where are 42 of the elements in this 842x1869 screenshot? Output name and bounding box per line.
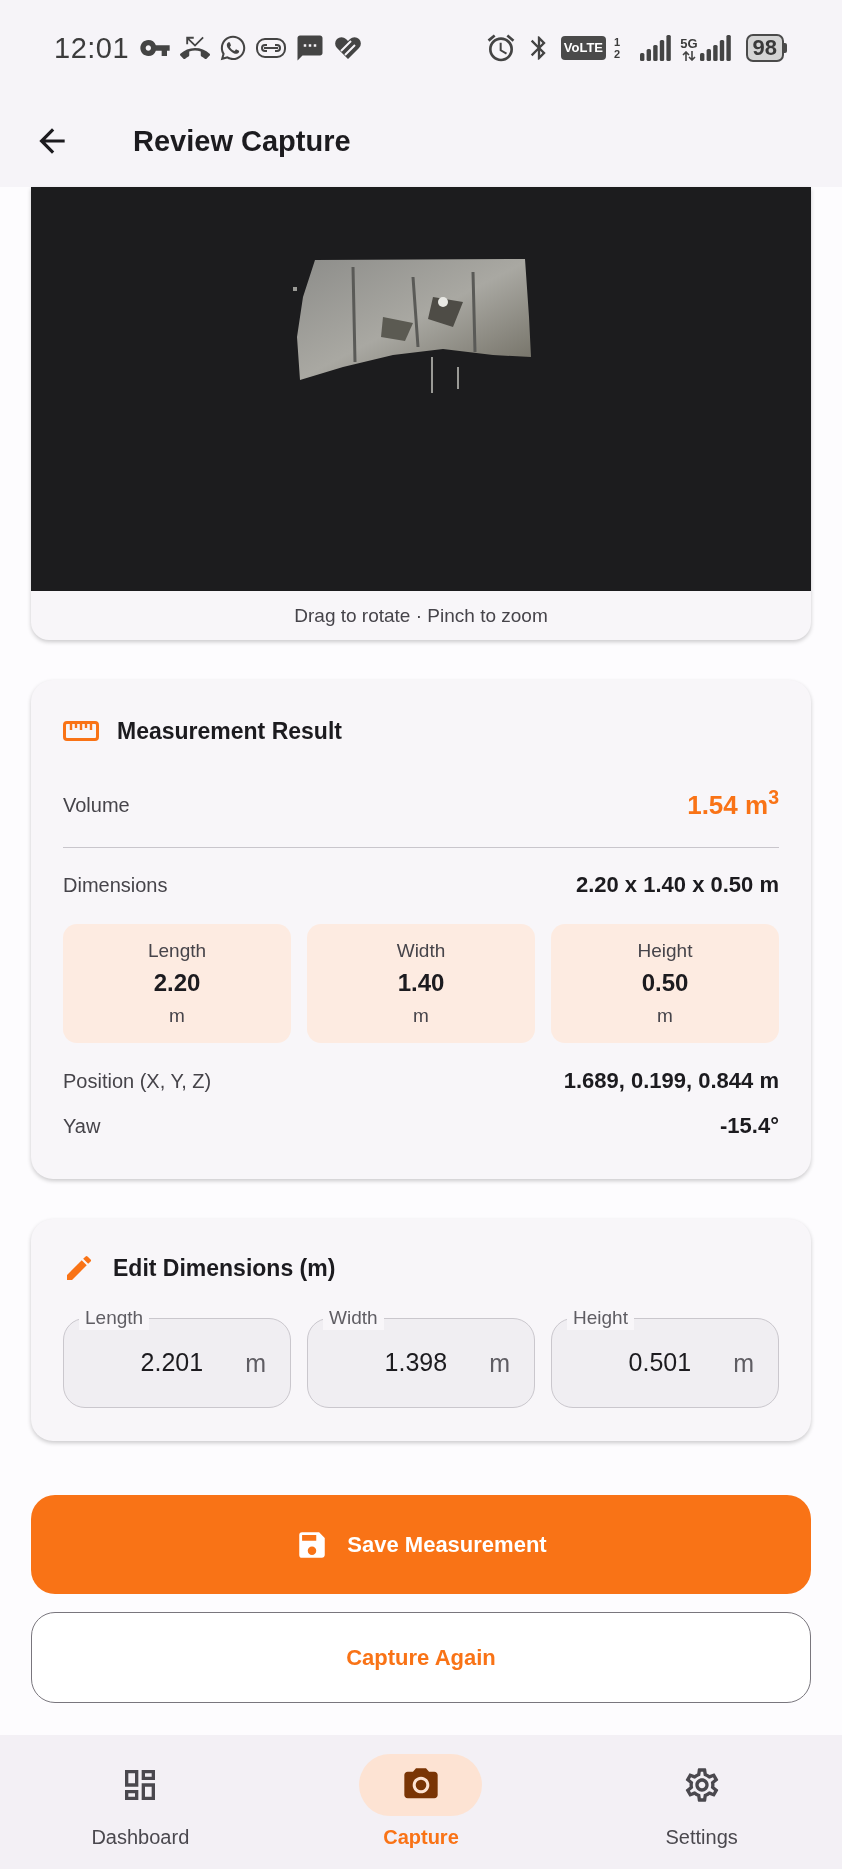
card-title: Measurement Result (117, 717, 342, 746)
card-title: Edit Dimensions (m) (113, 1254, 336, 1282)
viewer-hint: Drag to rotate · Pinch to zoom (294, 603, 548, 628)
row-label: Volume (63, 793, 130, 818)
tile-unit: m (657, 1004, 673, 1028)
network-type: 5G (680, 36, 698, 51)
value-input[interactable]: 1.398 (322, 1344, 448, 1382)
tile-unit: m (169, 1004, 185, 1028)
row-value: 1.689, 0.199, 0.844 m (563, 1067, 779, 1095)
volume-value: 1.54 m$^{3}$ (687, 788, 779, 822)
tile-label: Length (147, 939, 207, 963)
nav-tab[interactable]: Dashboard (0, 1735, 281, 1869)
sim-slot-number: 2 (614, 47, 621, 60)
row-label: Dimensions (63, 873, 168, 898)
value-input[interactable]: 0.501 (566, 1344, 692, 1382)
unit-label: m (733, 1348, 754, 1378)
ruler-icon (63, 721, 99, 741)
nav-tab[interactable]: Settings (561, 1735, 842, 1869)
signal-icon (699, 34, 732, 61)
status-time: 12:01 (54, 31, 130, 64)
tile-value: 0.50 (641, 968, 689, 998)
tile-label: Height (637, 939, 693, 963)
chat-phone-icon (219, 33, 248, 62)
page-title: Review Capture (133, 124, 351, 159)
tile-unit: m (413, 1004, 429, 1028)
row-label: Yaw (63, 1114, 101, 1139)
row-label: Position (X, Y, Z) (63, 1069, 212, 1094)
row-value: -15.4° (720, 1112, 779, 1140)
tile-value: 1.40 (397, 968, 445, 998)
sim-slot-number: 1 (614, 35, 621, 48)
value-input[interactable]: 2.201 (78, 1344, 204, 1382)
signal-icon (640, 34, 673, 61)
unit-label: m (245, 1348, 266, 1378)
row-value: 2.20 x 1.40 x 0.50 m (575, 871, 779, 899)
unit-label: m (489, 1348, 510, 1378)
heart-icon (334, 35, 363, 60)
volte-badge: VoLTE (560, 35, 607, 60)
data-arrows-icon (681, 50, 696, 61)
tile-value: 2.20 (153, 968, 201, 998)
tile-label: Width (396, 939, 446, 963)
battery-indicator: 98 (745, 33, 787, 62)
link-badge-icon (256, 37, 287, 58)
